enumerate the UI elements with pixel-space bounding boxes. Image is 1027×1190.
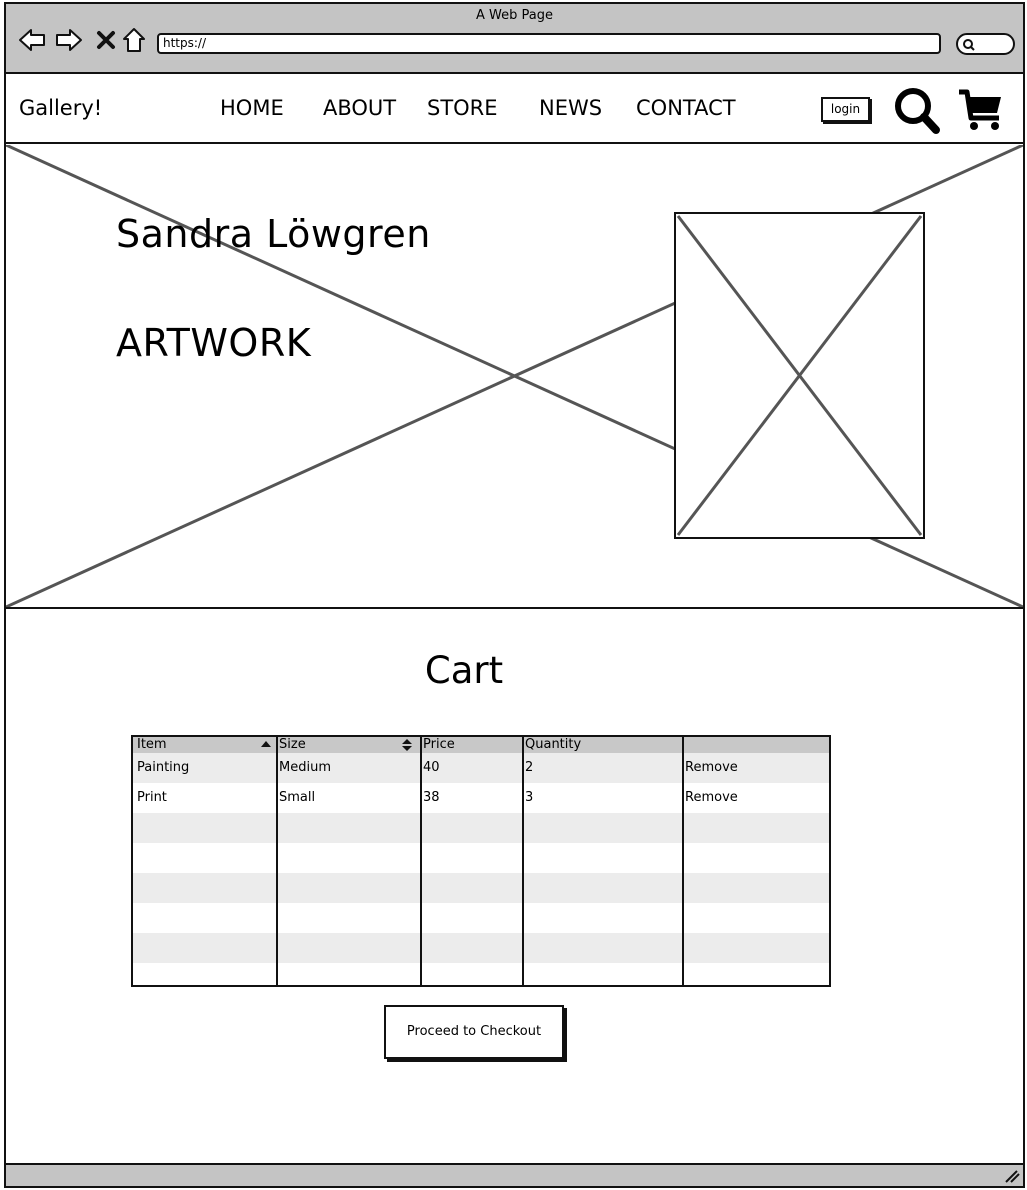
table-row — [133, 933, 829, 963]
forward-arrow-icon[interactable] — [55, 26, 83, 54]
table-row — [133, 873, 829, 903]
table-row — [133, 963, 829, 985]
address-bar[interactable]: https:// — [157, 33, 941, 54]
column-header-price[interactable]: Price — [423, 737, 455, 753]
table-row — [133, 843, 829, 873]
cart-item-price: 38 — [423, 790, 440, 805]
column-header-item[interactable]: Item — [137, 737, 167, 753]
window-title: A Web Page — [476, 8, 553, 23]
nav-contact[interactable]: CONTACT — [636, 96, 736, 120]
column-divider — [276, 737, 278, 985]
image-placeholder-icon — [676, 215, 923, 536]
table-row — [133, 903, 829, 933]
site-header: Gallery! HOME ABOUT STORE NEWS CONTACT l… — [6, 74, 1023, 144]
column-header-quantity[interactable]: Quantity — [525, 737, 581, 753]
login-button[interactable]: login — [821, 97, 870, 122]
nav-store[interactable]: STORE — [427, 96, 498, 120]
table-header — [133, 737, 829, 753]
remove-button[interactable]: Remove — [685, 790, 738, 805]
browser-search-field[interactable] — [956, 33, 1015, 55]
cart-item-name: Print — [137, 790, 167, 805]
hero-subtitle: ARTWORK — [116, 321, 312, 365]
proceed-to-checkout-button[interactable]: Proceed to Checkout — [384, 1005, 564, 1059]
nav-news[interactable]: NEWS — [539, 96, 602, 120]
home-icon[interactable] — [120, 26, 148, 54]
sort-both-icon[interactable] — [402, 738, 412, 752]
cart-item-size: Small — [279, 790, 316, 805]
column-header-size[interactable]: Size — [279, 737, 306, 753]
remove-button[interactable]: Remove — [685, 760, 738, 775]
cart-item-quantity[interactable]: 3 — [525, 790, 533, 805]
magnifier-icon[interactable] — [893, 86, 941, 140]
sort-ascending-icon[interactable] — [261, 740, 271, 748]
artwork-image — [674, 212, 925, 539]
column-divider — [682, 737, 684, 985]
browser-window: A Web Page https:// Gallery! HOME ABOUT … — [4, 2, 1025, 1188]
shopping-cart-icon[interactable] — [957, 88, 1005, 136]
column-divider — [522, 737, 524, 985]
column-divider — [420, 737, 422, 985]
cart-item-price: 40 — [423, 760, 440, 775]
hero-banner: Sandra Löwgren ARTWORK — [6, 145, 1023, 609]
nav-home[interactable]: HOME — [220, 96, 284, 120]
cart-item-size: Medium — [279, 760, 331, 775]
nav-about[interactable]: ABOUT — [323, 96, 396, 120]
close-icon[interactable] — [92, 26, 120, 54]
back-arrow-icon[interactable] — [18, 26, 46, 54]
search-icon — [963, 39, 975, 51]
browser-chrome: A Web Page https:// — [6, 4, 1023, 74]
cart-item-quantity[interactable]: 2 — [525, 760, 533, 775]
cart-item-name: Painting — [137, 760, 190, 775]
site-logo[interactable]: Gallery! — [19, 96, 102, 120]
status-bar — [6, 1163, 1023, 1186]
artist-name: Sandra Löwgren — [116, 212, 431, 256]
table-row — [133, 813, 829, 843]
cart-table: Item Size Price Quantity Painting Medium… — [131, 735, 831, 987]
resize-handle-icon[interactable] — [1004, 1169, 1020, 1183]
cart-title: Cart — [424, 649, 504, 692]
